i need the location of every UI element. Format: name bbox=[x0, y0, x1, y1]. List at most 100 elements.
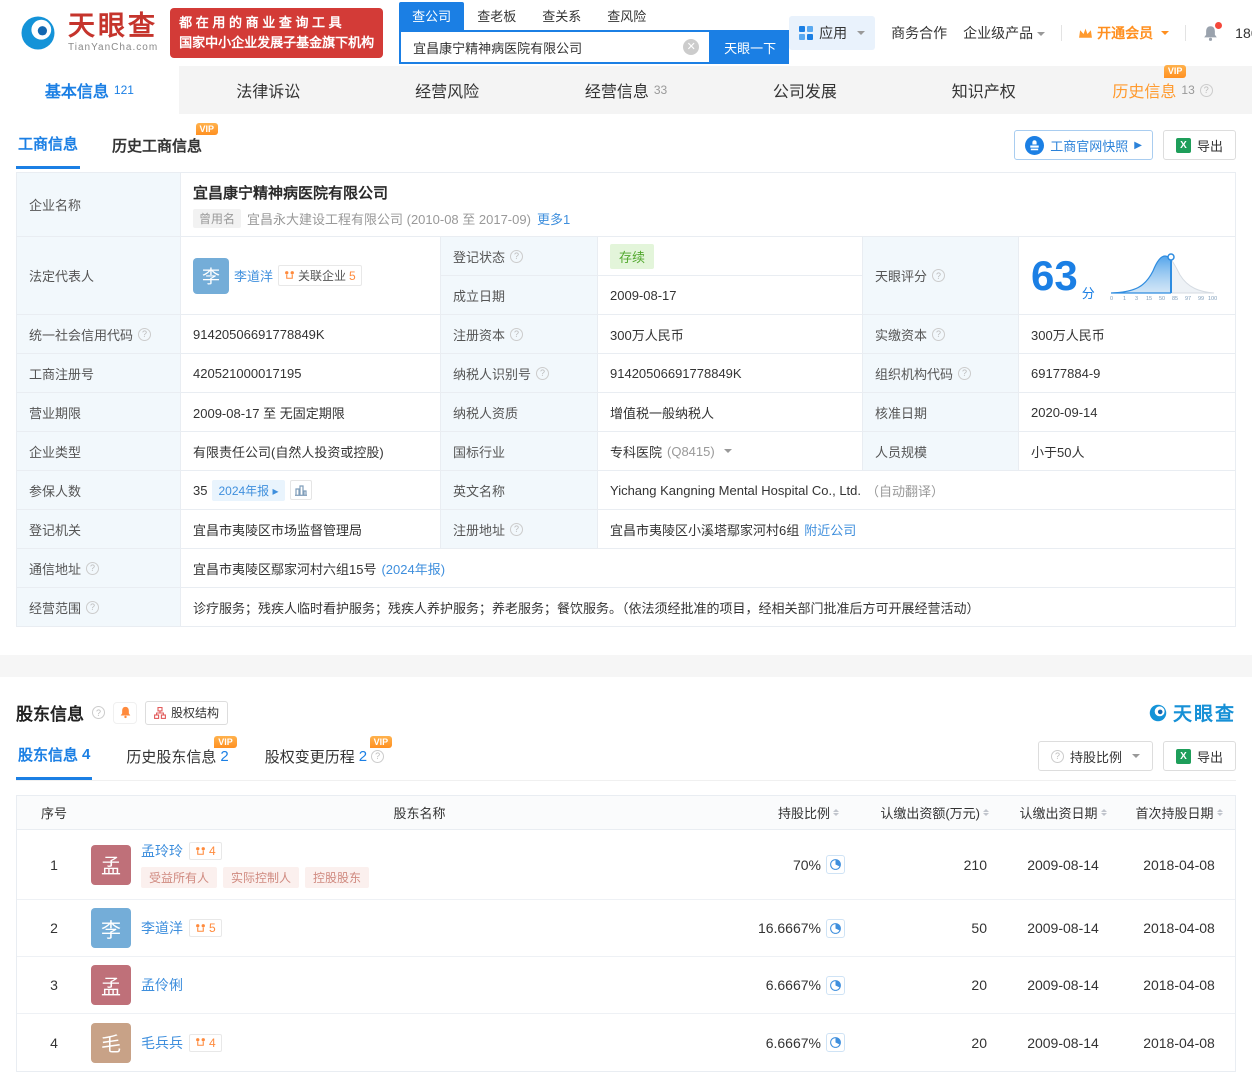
help-icon[interactable]: ? bbox=[510, 522, 524, 536]
shareholder-link[interactable]: 孟伶俐 bbox=[141, 975, 183, 995]
search-button[interactable]: 天眼一下 bbox=[711, 30, 790, 64]
tab-basic-info[interactable]: 基本信息 121 bbox=[0, 66, 179, 114]
tianyancha-logo[interactable]: 天眼查 TianYanCha.com bbox=[16, 11, 158, 55]
svg-text:50: 50 bbox=[1159, 296, 1165, 302]
open-vip-link[interactable]: 开通会员 bbox=[1078, 23, 1170, 43]
industry-cell[interactable]: 专科医院 (Q8415) bbox=[598, 432, 863, 471]
col-ratio[interactable]: 持股比例 bbox=[748, 803, 853, 822]
col-name: 股东名称 bbox=[393, 806, 446, 821]
related-companies-badge[interactable]: 5 bbox=[189, 919, 222, 937]
tab-company-development[interactable]: 公司发展 bbox=[715, 66, 894, 114]
shareholders-tab-equity-changes[interactable]: 股权变更历程 2 ? VIP bbox=[263, 734, 393, 779]
col-index: 序号 bbox=[40, 806, 67, 821]
pie-chart-icon[interactable] bbox=[826, 918, 845, 938]
related-companies-badge[interactable]: 关联企业 5 bbox=[278, 265, 362, 286]
help-icon[interactable]: ? bbox=[932, 269, 946, 282]
chevron-down-icon bbox=[1131, 754, 1140, 762]
export-button[interactable]: X 导出 bbox=[1162, 741, 1236, 771]
table-header: 序号 股东名称 持股比例 认缴出资额(万元) 认缴出资日期 首次持股日期 bbox=[17, 796, 1235, 830]
clear-icon[interactable]: ✕ bbox=[683, 39, 700, 55]
field-label: 国标行业 bbox=[441, 432, 598, 471]
export-button[interactable]: X 导出 bbox=[1162, 130, 1236, 160]
help-icon[interactable]: ? bbox=[536, 366, 550, 380]
pie-chart-icon[interactable] bbox=[826, 1033, 845, 1052]
help-icon[interactable]: ? bbox=[1199, 83, 1213, 97]
shareholders-tab-history[interactable]: 历史股东信息 2 VIP bbox=[124, 734, 237, 779]
svg-text:99: 99 bbox=[1198, 296, 1204, 302]
table-row: 2 李 李道洋 5 16.6667% 50 2009-08-14 2018-04… bbox=[17, 900, 1235, 957]
shareholder-link[interactable]: 孟玲玲 bbox=[141, 841, 183, 861]
help-icon[interactable]: ? bbox=[138, 327, 152, 341]
registry-authority: 宜昌市夷陵区市场监督管理局 bbox=[181, 510, 441, 549]
help-icon[interactable]: ? bbox=[932, 327, 946, 341]
subtab-history-business-info[interactable]: 历史工商信息 VIP bbox=[110, 122, 219, 168]
pie-chart-icon[interactable] bbox=[826, 975, 845, 995]
help-icon[interactable]: ? bbox=[958, 366, 972, 380]
shareholder-link[interactable]: 李道洋 bbox=[141, 918, 183, 938]
equity-structure-button[interactable]: 股权结构 bbox=[145, 700, 229, 725]
related-companies-badge[interactable]: 4 bbox=[189, 1033, 222, 1052]
help-icon[interactable]: ? bbox=[510, 327, 524, 341]
tab-history-info[interactable]: 历史信息 VIP 13? bbox=[1073, 65, 1252, 114]
holding-ratio-filter[interactable]: ? 持股比例 bbox=[1037, 741, 1153, 771]
notification-dot bbox=[1215, 21, 1223, 29]
related-companies-badge[interactable]: 4 bbox=[189, 842, 222, 860]
avatar[interactable]: 李 bbox=[91, 908, 131, 948]
tab-intellectual-property[interactable]: 知识产权 bbox=[894, 66, 1073, 114]
avatar[interactable]: 李 bbox=[193, 257, 229, 294]
role-tag: 受益所有人 bbox=[141, 867, 218, 888]
search-tab-company[interactable]: 查公司 bbox=[399, 2, 465, 30]
more-link[interactable]: 更多1 bbox=[537, 209, 570, 228]
tab-operating-info[interactable]: 经营信息 33 bbox=[537, 66, 716, 114]
mailing-address-cell: 宜昌市夷陵区鄢家河村六组15号 (2024年报) bbox=[181, 549, 1236, 588]
col-first-date[interactable]: 首次持股日期 bbox=[1123, 803, 1235, 822]
former-name-badge: 曾用名 bbox=[193, 208, 242, 228]
search-tab-boss[interactable]: 查老板 bbox=[464, 2, 529, 30]
search-tab-relation[interactable]: 查关系 bbox=[529, 2, 594, 30]
svg-text:97: 97 bbox=[1185, 296, 1191, 302]
registered-capital: 300万人民币 bbox=[598, 315, 863, 354]
insured-count: 35 bbox=[193, 482, 208, 498]
english-name-cell: Yichang Kangning Mental Hospital Co., Lt… bbox=[598, 471, 1236, 510]
help-icon[interactable]: ? bbox=[371, 749, 385, 763]
apps-menu[interactable]: 应用 bbox=[789, 16, 876, 50]
relation-icon bbox=[196, 846, 205, 855]
nav-cooperation[interactable]: 商务合作 bbox=[891, 23, 947, 43]
promo-line1: 都 在 用 的 商 业 查 询 工 具 bbox=[179, 14, 342, 30]
tab-operating-risk[interactable]: 经营风险 bbox=[358, 66, 537, 114]
annual-report-link[interactable]: (2024年报) bbox=[381, 559, 445, 578]
vip-badge: VIP bbox=[1163, 65, 1187, 78]
col-date[interactable]: 认缴出资日期 bbox=[1003, 803, 1123, 822]
pie-chart-icon[interactable] bbox=[826, 855, 845, 874]
notifications-bell[interactable] bbox=[1202, 21, 1223, 42]
user-account[interactable]: 186*... bbox=[1235, 25, 1252, 41]
annual-report-badge[interactable]: 2024年报 ▸ bbox=[212, 479, 285, 501]
shareholders-tab-current[interactable]: 股东信息 4 bbox=[16, 732, 93, 780]
official-snapshot-button[interactable]: 工商官网快照 ▶ bbox=[1014, 130, 1153, 160]
nearby-companies-link[interactable]: 附近公司 bbox=[804, 520, 856, 539]
col-amount[interactable]: 认缴出资额(万元) bbox=[853, 803, 1003, 822]
nav-enterprise-products[interactable]: 企业级产品 bbox=[963, 23, 1046, 43]
help-icon[interactable]: ? bbox=[92, 706, 105, 719]
status-cell: 存续 bbox=[598, 237, 863, 276]
excel-icon: X bbox=[1175, 137, 1191, 153]
svg-text:85: 85 bbox=[1172, 296, 1178, 302]
svg-text:3: 3 bbox=[1135, 296, 1138, 302]
avatar[interactable]: 孟 bbox=[91, 844, 131, 885]
help-icon[interactable]: ? bbox=[510, 249, 524, 263]
search-tab-risk[interactable]: 查风险 bbox=[594, 2, 659, 30]
tab-legal[interactable]: 法律诉讼 bbox=[179, 66, 358, 114]
subtab-business-info[interactable]: 工商信息 bbox=[16, 121, 81, 169]
registered-address-cell: 宜昌市夷陵区小溪塔鄢家河村6组 附近公司 bbox=[598, 510, 1236, 549]
avatar[interactable]: 毛 bbox=[91, 1022, 131, 1063]
monitor-bell-button[interactable] bbox=[113, 701, 137, 724]
field-label: 注册地址? bbox=[441, 510, 598, 549]
shareholder-link[interactable]: 毛兵兵 bbox=[141, 1033, 183, 1053]
avatar[interactable]: 孟 bbox=[91, 965, 131, 1005]
promo-banner: 都 在 用 的 商 业 查 询 工 具 国家中小企业发展子基金旗下机构 bbox=[170, 7, 384, 59]
social-security-chart-icon[interactable] bbox=[289, 480, 312, 500]
search-input[interactable] bbox=[411, 38, 684, 56]
help-icon[interactable]: ? bbox=[86, 561, 100, 575]
legal-rep-link[interactable]: 李道洋 bbox=[234, 266, 273, 285]
help-icon[interactable]: ? bbox=[86, 600, 100, 614]
